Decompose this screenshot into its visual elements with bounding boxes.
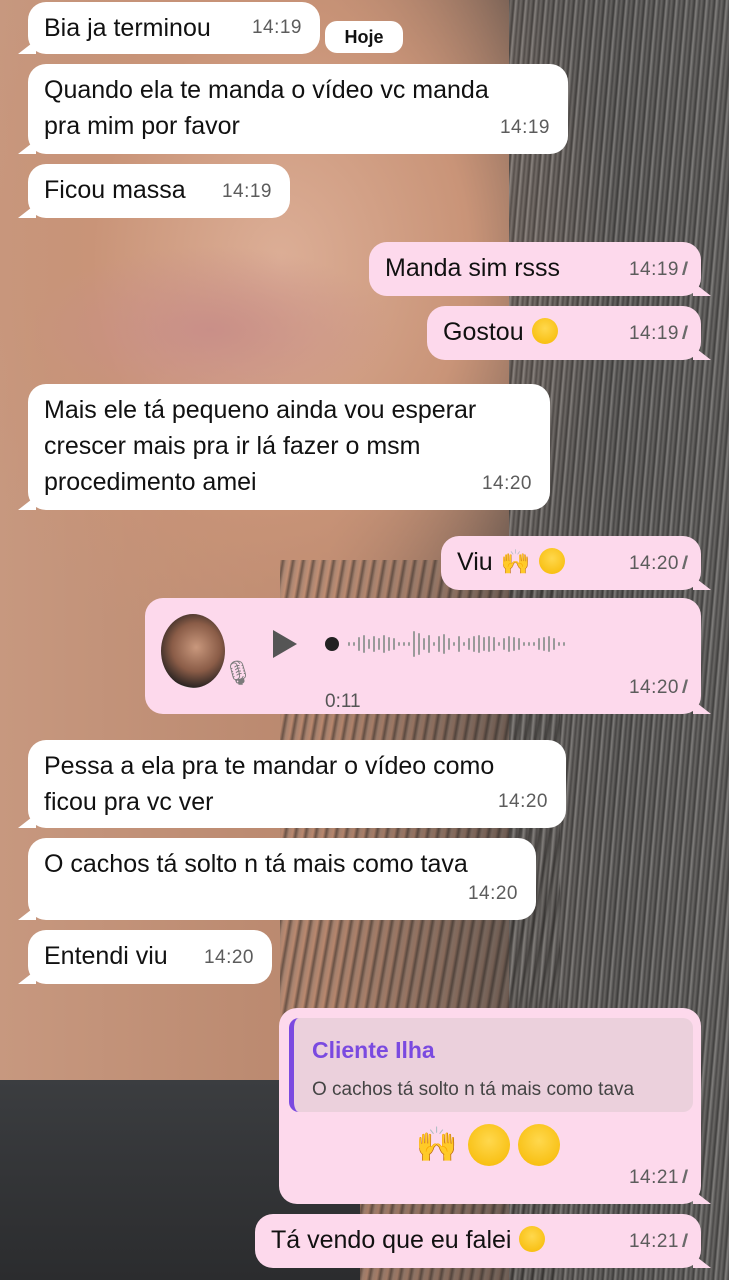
message-time: 14:19 <box>251 17 302 38</box>
message-text: Quando ela te manda o vídeo vc manda pra… <box>44 76 489 140</box>
message-incoming[interactable]: Ficou massa 14:19 <box>18 164 290 218</box>
play-icon[interactable] <box>273 630 297 658</box>
message-incoming[interactable]: Pessa a ela pra te mandar o vídeo como f… <box>18 740 566 828</box>
raised-hands-emoji: 🙌 <box>415 1126 459 1164</box>
message-incoming[interactable]: Mais ele tá pequeno ainda vou esperar cr… <box>18 384 550 510</box>
message-time-status: 14:21// <box>628 1223 689 1260</box>
message-time: 14:20 <box>467 883 518 904</box>
message-time-status: 14:20// <box>628 669 689 706</box>
message-text: Viu 🙌 <box>457 544 565 581</box>
message-time: 14:19 <box>499 117 550 138</box>
message-time: 14:19 <box>628 323 679 344</box>
grinning-sweat-emoji <box>531 318 558 344</box>
message-time: 14:21 <box>628 1231 679 1252</box>
message-time: 14:20 <box>628 553 679 574</box>
quoted-message[interactable]: Cliente Ilha O cachos tá solto n tá mais… <box>289 1018 693 1112</box>
date-badge: Hoje <box>325 21 403 53</box>
message-outgoing[interactable]: Gostou 14:19// <box>427 306 711 360</box>
message-incoming[interactable]: Entendi viu 14:20 <box>18 930 272 984</box>
message-text: Bia ja terminou <box>44 14 211 42</box>
message-incoming[interactable]: Bia ja terminou 14:19 <box>18 2 320 54</box>
message-incoming[interactable]: O cachos tá solto n tá mais como tava 14… <box>18 838 536 920</box>
message-time: 14:20 <box>481 473 532 494</box>
message-text: Manda sim rsss <box>385 254 561 282</box>
reply-message[interactable]: Cliente Ilha O cachos tá solto n tá mais… <box>279 1008 711 1204</box>
message-time: 14:20 <box>203 947 254 968</box>
quoted-text: O cachos tá solto n tá mais como tava <box>312 1079 635 1100</box>
quoted-sender-name: Cliente Ilha <box>312 1037 435 1063</box>
smiling-hearts-emoji <box>468 1124 511 1166</box>
message-time: 14:20 <box>628 677 679 698</box>
message-time-status: 14:20// <box>628 545 689 582</box>
message-time: 14:19 <box>628 259 679 280</box>
message-text: Tá vendo que eu falei <box>271 1222 546 1258</box>
voice-message[interactable]: 🎙 0:11 14:20// <box>145 598 711 714</box>
audio-duration: 0:11 <box>325 691 361 712</box>
message-time: 14:20 <box>497 791 548 812</box>
message-time-status: 14:19// <box>628 251 689 288</box>
raised-hands-emoji: 🙌 <box>500 549 531 576</box>
message-text: Pessa a ela pra te mandar o vídeo como f… <box>44 752 495 816</box>
message-text: Ficou massa <box>44 176 186 204</box>
sender-avatar <box>161 614 225 688</box>
tears-of-joy-emoji <box>518 1124 561 1166</box>
message-outgoing[interactable]: Manda sim rsss 14:19// <box>369 242 711 296</box>
message-text: Gostou <box>443 314 558 350</box>
tears-of-joy-emoji <box>519 1226 546 1252</box>
audio-waveform[interactable] <box>325 628 675 660</box>
message-incoming[interactable]: Quando ela te manda o vídeo vc manda pra… <box>18 64 568 154</box>
playback-scrubber[interactable] <box>325 637 339 651</box>
message-outgoing[interactable]: Viu🙌 14:20// <box>441 536 711 590</box>
message-outgoing[interactable]: Tá vendo que eu falei 14:21// <box>255 1214 711 1268</box>
message-time: 14:21 <box>628 1167 679 1188</box>
microphone-icon: 🎙 <box>223 660 254 687</box>
message-text: Mais ele tá pequeno ainda vou esperar cr… <box>44 396 477 496</box>
message-time-status: 14:19// <box>628 315 689 352</box>
message-time: 14:19 <box>221 181 272 202</box>
smiling-blush-emoji <box>538 548 565 574</box>
message-text: Entendi viu <box>44 942 168 970</box>
message-time-status: 14:21// <box>628 1159 689 1196</box>
message-text: O cachos tá solto n tá mais como tava <box>44 850 468 878</box>
